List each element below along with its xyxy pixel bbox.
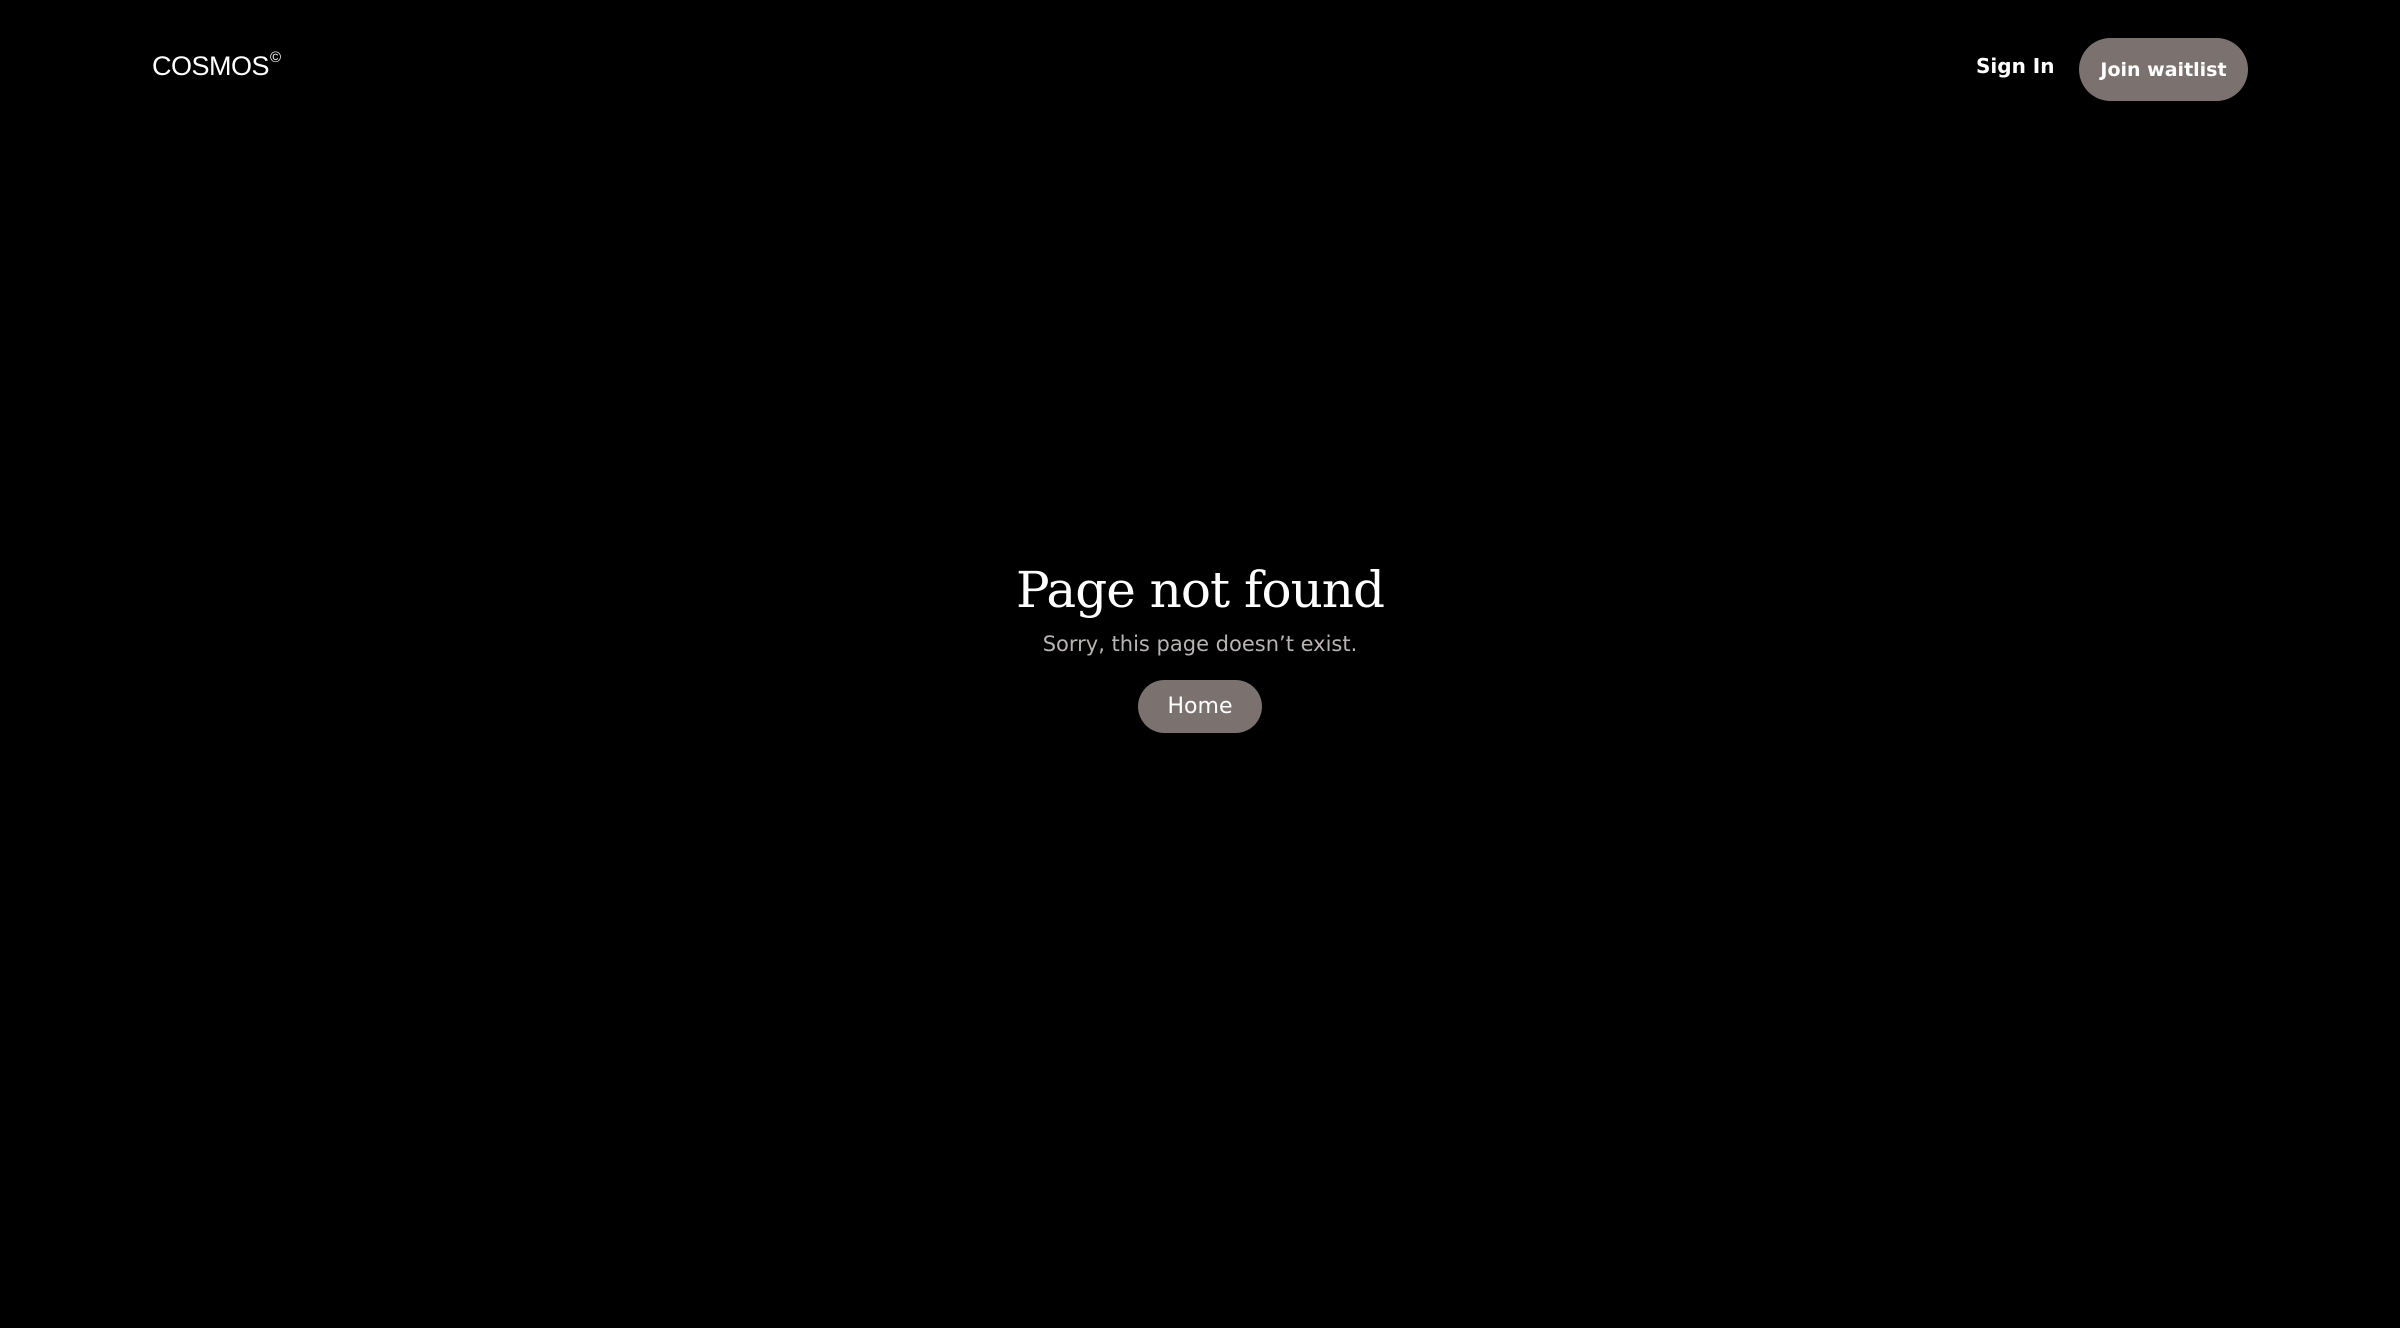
home-button[interactable]: Home — [1138, 680, 1262, 734]
sign-in-link[interactable]: Sign In — [1976, 56, 2054, 76]
page-subtitle: Sorry, this page doesn’t exist. — [1042, 632, 1358, 656]
copyright-icon: © — [270, 49, 281, 66]
cosmos-logo[interactable]: COSMOS© — [152, 50, 281, 81]
join-waitlist-button[interactable]: Join waitlist — [2079, 38, 2248, 101]
logo-text: COSMOS — [152, 51, 270, 81]
page-title: Page not found — [1015, 561, 1385, 619]
site-header: COSMOS© Sign In Join waitlist — [0, 0, 2400, 140]
not-found-content: Page not found Sorry, this page doesn’t … — [0, 560, 2400, 734]
